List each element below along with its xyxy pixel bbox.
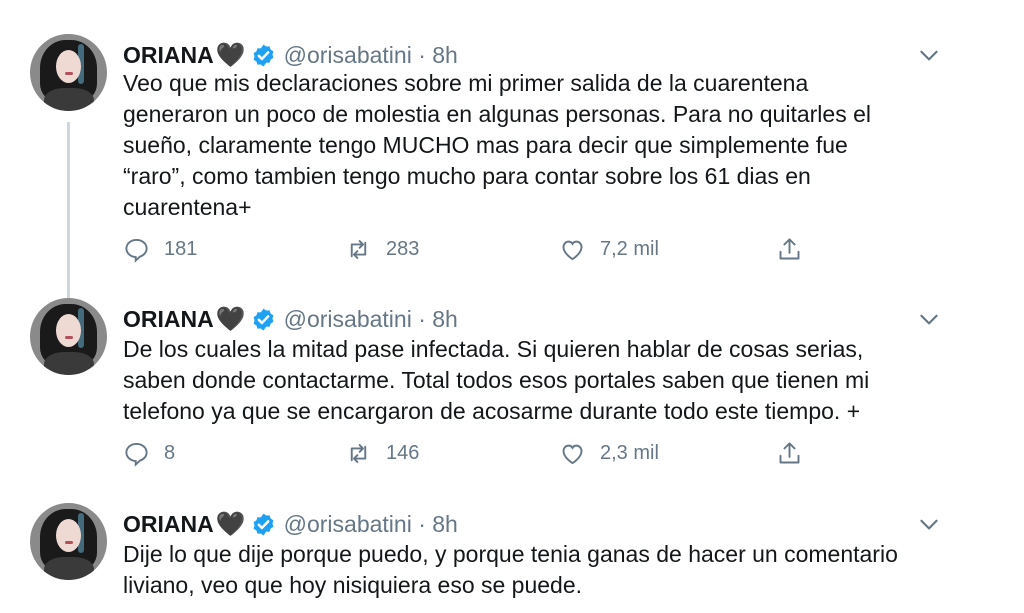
tweet-header: ORIANA 🖤 @orisabatini · 8h (123, 509, 458, 539)
reply-button[interactable]: 181 (123, 236, 197, 263)
tweet-header: ORIANA 🖤 @orisabatini · 8h (123, 40, 458, 70)
tweet-text: Dije lo que dije porque puedo, y porque … (123, 539, 898, 601)
reply-icon (125, 442, 148, 467)
like-button[interactable]: 7,2 mil (559, 236, 659, 263)
tweet-text-line: Veo que mis declaraciones sobre mi prime… (123, 70, 809, 96)
share-button[interactable] (776, 236, 803, 263)
reply-icon (125, 238, 148, 263)
chevron-down-icon[interactable] (916, 511, 942, 537)
tweet-header: ORIANA 🖤 @orisabatini · 8h (123, 304, 458, 334)
reply-count: 181 (164, 238, 198, 260)
tweet-text-line: cuarentena+ (123, 194, 252, 220)
handle-and-time[interactable]: @orisabatini · 8h (284, 511, 458, 538)
display-name[interactable]: ORIANA (123, 511, 214, 538)
avatar[interactable] (30, 503, 107, 580)
share-button[interactable] (776, 440, 803, 467)
retweet-count: 146 (386, 442, 420, 464)
tweet-actions: 8 146 2,3 mil (123, 440, 823, 472)
black-heart-emoji: 🖤 (215, 510, 246, 538)
heart-icon (562, 240, 583, 261)
reply-button[interactable]: 8 (123, 440, 175, 467)
verified-badge-icon (251, 512, 276, 537)
avatar[interactable] (30, 298, 107, 375)
tweet-text: De los cuales la mitad pase infectada. S… (123, 334, 869, 427)
like-button[interactable]: 2,3 mil (559, 440, 659, 467)
like-count: 2,3 mil (600, 442, 659, 464)
handle-and-time[interactable]: @orisabatini · 8h (284, 306, 458, 333)
heart-icon (562, 444, 583, 465)
tweet-text-line: sueño, claramente tengo MUCHO mas para d… (123, 132, 848, 158)
avatar[interactable] (30, 34, 107, 111)
chevron-down-icon[interactable] (916, 306, 942, 332)
retweet-icon (350, 240, 367, 259)
tweet-text-line: telefono ya que se encargaron de acosarm… (123, 398, 861, 424)
handle-and-time[interactable]: @orisabatini · 8h (284, 42, 458, 69)
retweet-button[interactable]: 146 (345, 440, 419, 467)
tweet-actions: 181 283 7,2 mil (123, 236, 823, 268)
chevron-down-icon[interactable] (916, 42, 942, 68)
share-icon (779, 442, 800, 464)
retweet-button[interactable]: 283 (345, 236, 419, 263)
tweet-text-line: “raro”, como tambien tengo mucho para co… (123, 163, 811, 189)
display-name[interactable]: ORIANA (123, 306, 214, 333)
display-name[interactable]: ORIANA (123, 42, 214, 69)
share-icon (779, 238, 800, 260)
tweet-text-line: saben donde contactarme. Total todos eso… (123, 367, 870, 393)
tweet-text-line: Dije lo que dije porque puedo, y porque … (123, 541, 898, 567)
tweet-text-line: De los cuales la mitad pase infectada. S… (123, 336, 864, 362)
tweet-text-line: liviano, veo que hoy nisiquiera eso se p… (123, 572, 583, 598)
black-heart-emoji: 🖤 (215, 305, 246, 333)
retweet-icon (350, 444, 367, 463)
like-count: 7,2 mil (600, 238, 659, 260)
verified-badge-icon (251, 307, 276, 332)
thread-line (67, 122, 70, 322)
verified-badge-icon (251, 43, 276, 68)
black-heart-emoji: 🖤 (215, 41, 246, 69)
tweet-text-line: generaron un poco de molestia en algunas… (123, 101, 871, 127)
reply-count: 8 (164, 442, 176, 464)
retweet-count: 283 (386, 238, 420, 260)
tweet-text: Veo que mis declaraciones sobre mi prime… (123, 68, 871, 223)
